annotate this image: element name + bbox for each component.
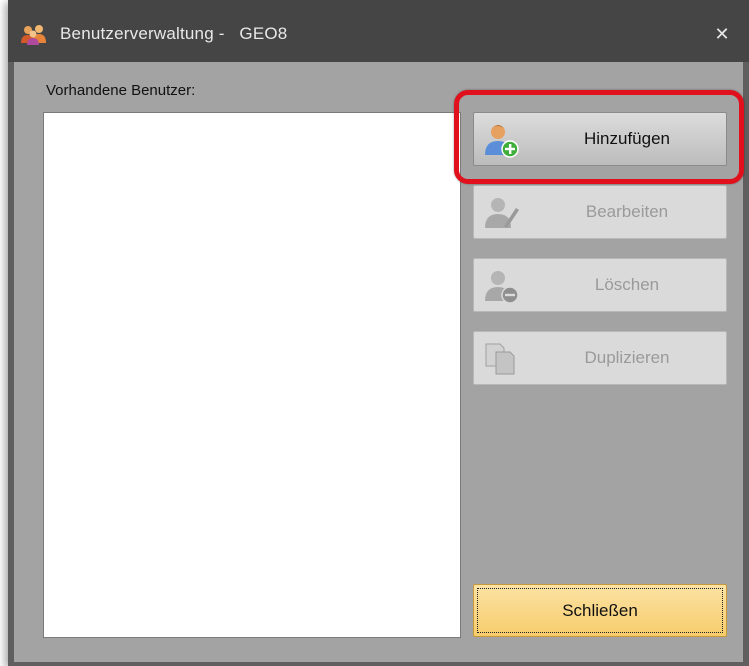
close-dialog-label: Schließen: [562, 601, 638, 620]
user-add-icon: [485, 125, 519, 158]
duplicate-icon: [485, 343, 515, 375]
window-title: Benutzerverwaltung - GEO8: [60, 24, 288, 43]
add-user-button[interactable]: Hinzufügen: [473, 112, 727, 166]
existing-users-label: Vorhandene Benutzer:: [46, 82, 196, 99]
duplicate-user-label: Duplizieren: [584, 348, 670, 367]
user-remove-icon: [485, 271, 519, 304]
user-list[interactable]: [43, 112, 461, 638]
add-user-label: Hinzufügen: [583, 129, 670, 148]
dialog-content: Vorhandene Benutzer: Hinzufügen Bearbeit…: [14, 62, 744, 662]
close-icon[interactable]: ✕: [712, 24, 732, 44]
title-bar[interactable]: Benutzerverwaltung - GEO8 ✕: [8, 0, 749, 62]
delete-user-label: Löschen: [594, 275, 660, 294]
edit-user-label: Bearbeiten: [585, 202, 669, 221]
users-group-icon: [21, 25, 46, 45]
close-dialog-button[interactable]: Schließen: [473, 584, 727, 637]
duplicate-user-button[interactable]: Duplizieren: [473, 331, 727, 385]
edit-user-button[interactable]: Bearbeiten: [473, 185, 727, 239]
delete-user-button[interactable]: Löschen: [473, 258, 727, 312]
user-management-window: Benutzerverwaltung - GEO8 ✕ Vorhandene B…: [8, 0, 749, 666]
user-edit-icon: [485, 198, 519, 228]
